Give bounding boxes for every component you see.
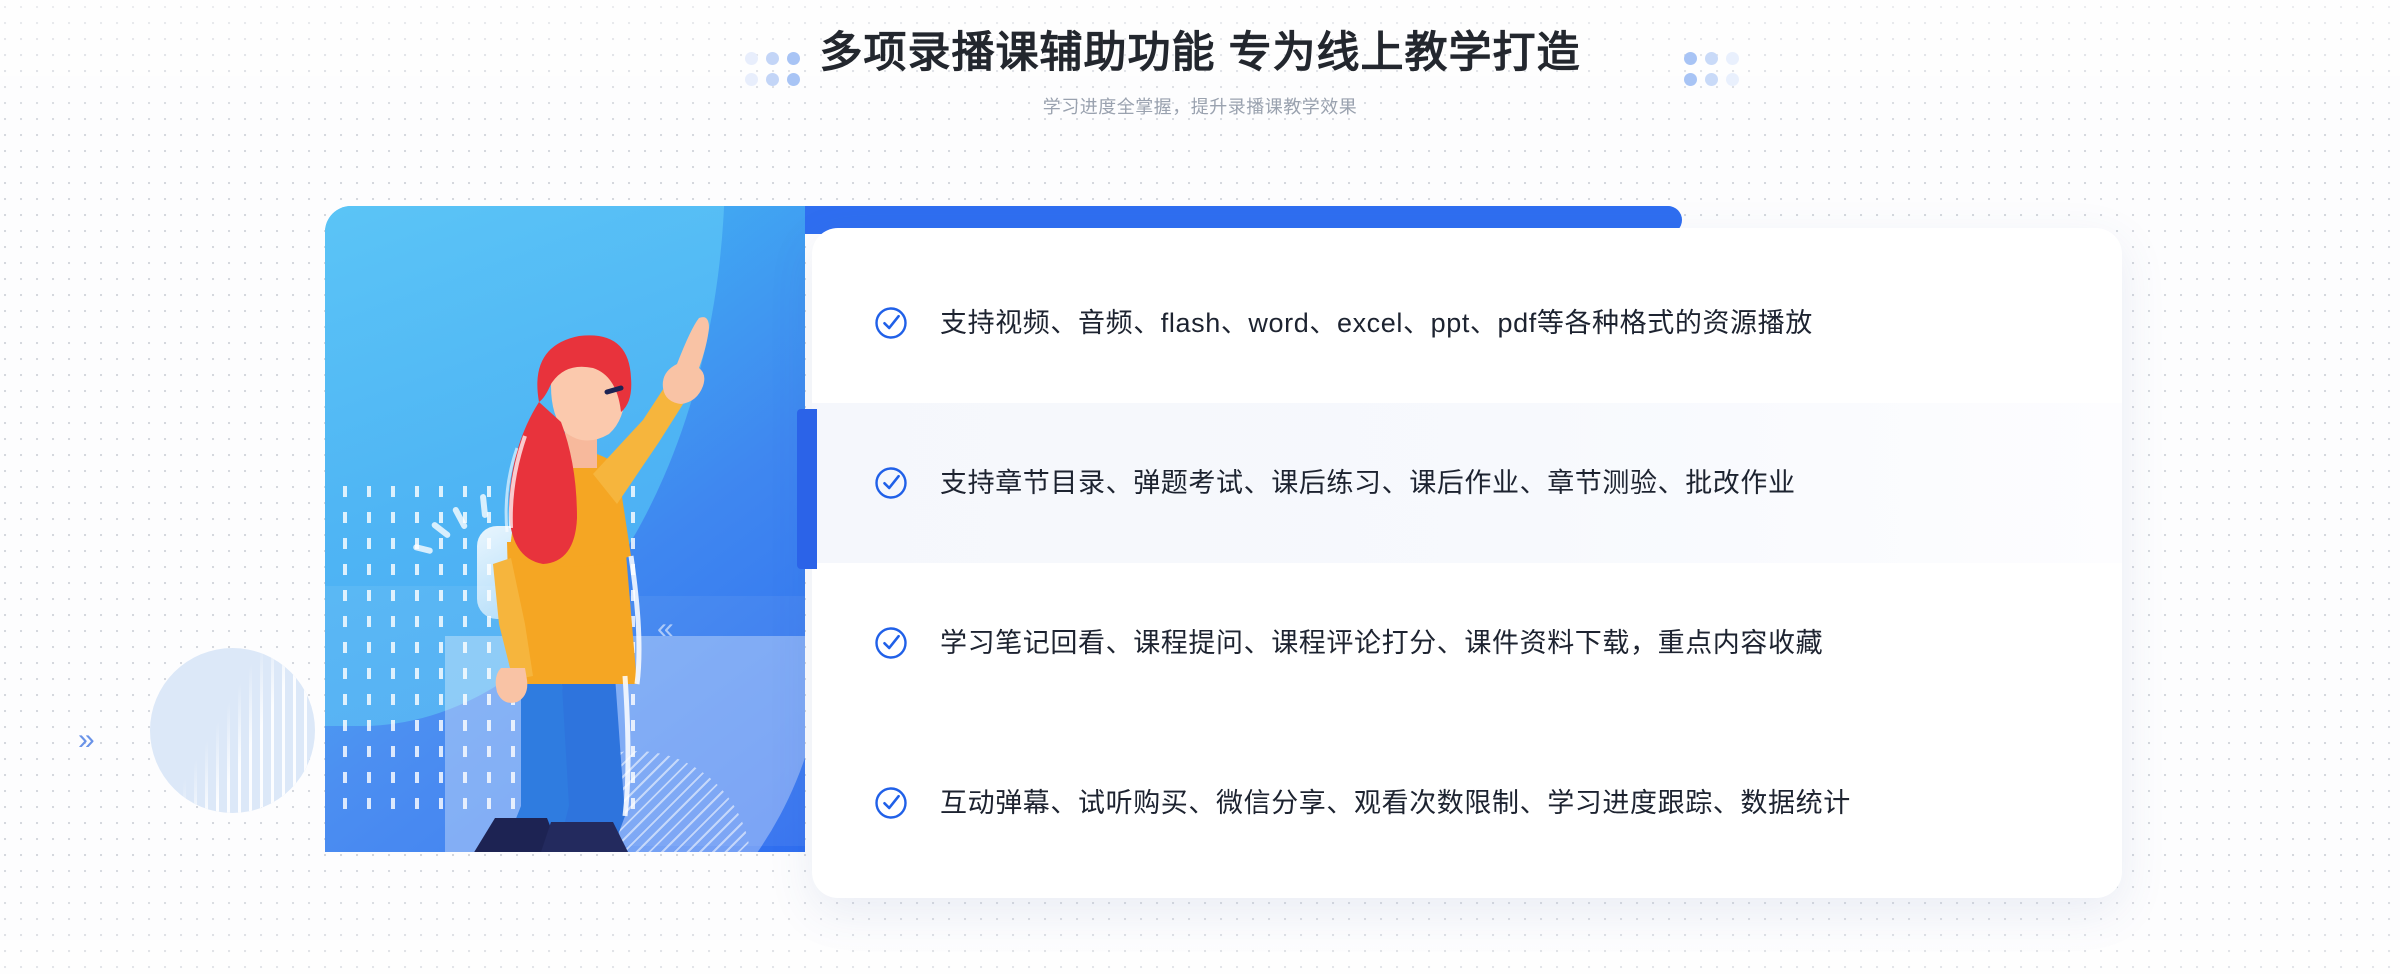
feature-row-label: 支持章节目录、弹题考试、课后练习、课后作业、章节测验、批改作业 xyxy=(940,468,1796,498)
page-root: 多项录播课辅助功能 专为线上教学打造 学习进度全掌握，提升录播课教学效果 » « xyxy=(0,0,2400,974)
page-title: 多项录播课辅助功能 专为线上教学打造 xyxy=(819,29,1581,77)
feature-row[interactable]: 支持章节目录、弹题考试、课后练习、课后作业、章节测验、批改作业 xyxy=(812,403,2122,563)
feature-row-label: 学习笔记回看、课程提问、课程评论打分、课件资料下载，重点内容收藏 xyxy=(940,628,1824,658)
deco-dot xyxy=(1705,73,1718,86)
decorative-circle-stripes xyxy=(150,648,315,813)
deco-dot xyxy=(766,52,779,65)
deco-dot xyxy=(1705,52,1718,65)
deco-dot xyxy=(1684,73,1697,86)
deco-dot xyxy=(787,52,800,65)
feature-row-label: 支持视频、音频、flash、word、excel、ppt、pdf等各种格式的资源… xyxy=(940,308,1813,338)
check-circle-icon xyxy=(875,787,907,819)
check-circle-icon xyxy=(875,307,907,339)
feature-row[interactable]: 互动弹幕、试听购买、微信分享、观看次数限制、学习进度跟踪、数据统计 xyxy=(812,723,2122,883)
chevron-right-icon: » xyxy=(78,723,95,756)
feature-list-card: 支持视频、音频、flash、word、excel、ppt、pdf等各种格式的资源… xyxy=(812,228,2122,898)
deco-dot xyxy=(1726,52,1739,65)
deco-dot xyxy=(745,52,758,65)
feature-row[interactable]: 支持视频、音频、flash、word、excel、ppt、pdf等各种格式的资源… xyxy=(812,243,2122,403)
illustration-card: « xyxy=(325,206,805,852)
deco-dot xyxy=(766,73,779,86)
deco-dot xyxy=(745,73,758,86)
decorative-dots-left xyxy=(745,52,801,87)
feature-row[interactable]: 学习笔记回看、课程提问、课程评论打分、课件资料下载，重点内容收藏 xyxy=(812,563,2122,723)
decorative-dots-right xyxy=(1684,52,1740,87)
deco-dot xyxy=(1726,73,1739,86)
deco-dot xyxy=(787,73,800,86)
feature-row-label: 互动弹幕、试听购买、微信分享、观看次数限制、学习进度跟踪、数据统计 xyxy=(940,788,1851,818)
deco-dot xyxy=(1684,52,1697,65)
check-circle-icon xyxy=(875,467,907,499)
check-circle-icon xyxy=(875,627,907,659)
character-illustration xyxy=(474,317,709,852)
page-header: 多项录播课辅助功能 专为线上教学打造 学习进度全掌握，提升录播课教学效果 xyxy=(0,22,2400,120)
feature-rows: 支持视频、音频、flash、word、excel、ppt、pdf等各种格式的资源… xyxy=(812,228,2122,898)
highlight-accent-bar xyxy=(797,409,817,569)
page-subtitle: 学习进度全掌握，提升录播课教学效果 xyxy=(1042,97,1358,117)
